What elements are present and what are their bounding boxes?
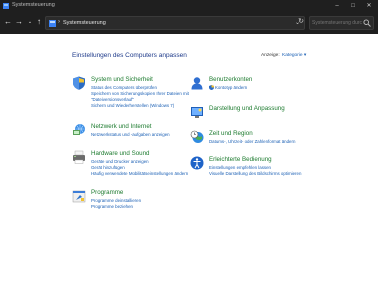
category-heading[interactable]: Benutzerkonten: [209, 76, 252, 83]
task-link[interactable]: Häufig verwendete Mobilitätseinstellunge…: [91, 171, 188, 176]
task-link[interactable]: Status des Computers überprüfen: [91, 85, 157, 90]
network-icon: [73, 124, 85, 135]
task-link-label: Kontotyp ändern: [215, 85, 248, 90]
appearance-icon: [191, 107, 203, 118]
accessibility-icon: [190, 156, 204, 170]
back-button[interactable]: ←: [3, 17, 13, 27]
category-heading[interactable]: Zeit und Region: [209, 130, 253, 137]
task-link[interactable]: Einstellungen empfehlen lassen: [209, 165, 271, 170]
task-link[interactable]: Netzwerkstatus und -aufgaben anzeigen: [91, 132, 170, 137]
category-heading[interactable]: Hardware und Sound: [91, 150, 149, 157]
title-bar: Systemsteuerung – □ ✕: [0, 0, 378, 12]
task-link[interactable]: Kontotyp ändern: [209, 85, 247, 90]
programs-icon: [72, 190, 86, 203]
search-icon[interactable]: [363, 19, 371, 27]
task-link[interactable]: Geräte und Drucker anzeigen: [91, 159, 149, 164]
close-button[interactable]: ✕: [362, 0, 376, 12]
forward-button[interactable]: →: [14, 17, 24, 27]
search-box[interactable]: [309, 16, 374, 30]
category-heading[interactable]: Programme: [91, 189, 123, 196]
minimize-button[interactable]: –: [330, 0, 344, 12]
breadcrumb-separator: ›: [58, 19, 60, 25]
address-bar[interactable]: › Systemsteuerung ⌄: [45, 16, 305, 30]
refresh-button[interactable]: ↻: [296, 16, 306, 28]
view-by-label: Anzeige:: [261, 53, 280, 58]
task-link[interactable]: "Dateiversionsverlauf": [91, 97, 134, 102]
shield-icon: [73, 76, 85, 90]
navigation-bar: ← → ⌄ ↑ › Systemsteuerung ⌄ ↻: [0, 12, 378, 34]
task-link[interactable]: Sichern und Wiederherstellen (Windows 7): [91, 103, 174, 108]
category-heading[interactable]: Erleichterte Bedienung: [209, 156, 272, 163]
breadcrumb[interactable]: Systemsteuerung: [63, 20, 106, 26]
printer-icon: [73, 150, 85, 164]
task-link[interactable]: Speichern von Sicherungskopien Ihrer Dat…: [91, 91, 189, 96]
category-heading[interactable]: Netzwerk und Internet: [91, 123, 152, 130]
task-link[interactable]: Programme beziehen: [91, 204, 133, 209]
category-heading[interactable]: Darstellung und Anpassung: [209, 105, 285, 112]
up-button[interactable]: ↑: [34, 17, 44, 27]
maximize-button[interactable]: □: [346, 0, 360, 12]
search-input[interactable]: [312, 18, 362, 28]
task-link[interactable]: Visuelle Darstellung des Bildschirms opt…: [209, 171, 301, 176]
category-heading[interactable]: System und Sicherheit: [91, 76, 153, 83]
task-link[interactable]: Datums-, Uhrzeit- oder Zahlenformat ände…: [209, 139, 295, 144]
task-link[interactable]: Programme deinstallieren: [91, 198, 141, 203]
clock-globe-icon: [190, 130, 204, 143]
control-panel-icon: [3, 3, 9, 9]
page-title: Einstellungen des Computers anpassen: [72, 52, 187, 59]
uac-shield-icon: [209, 85, 214, 90]
view-by-dropdown[interactable]: Kategorie ▾: [282, 53, 306, 58]
task-link[interactable]: Gerät hinzufügen: [91, 165, 125, 170]
user-accounts-icon: [191, 77, 203, 90]
window-title: Systemsteuerung: [12, 2, 55, 8]
control-panel-icon: [49, 20, 56, 27]
